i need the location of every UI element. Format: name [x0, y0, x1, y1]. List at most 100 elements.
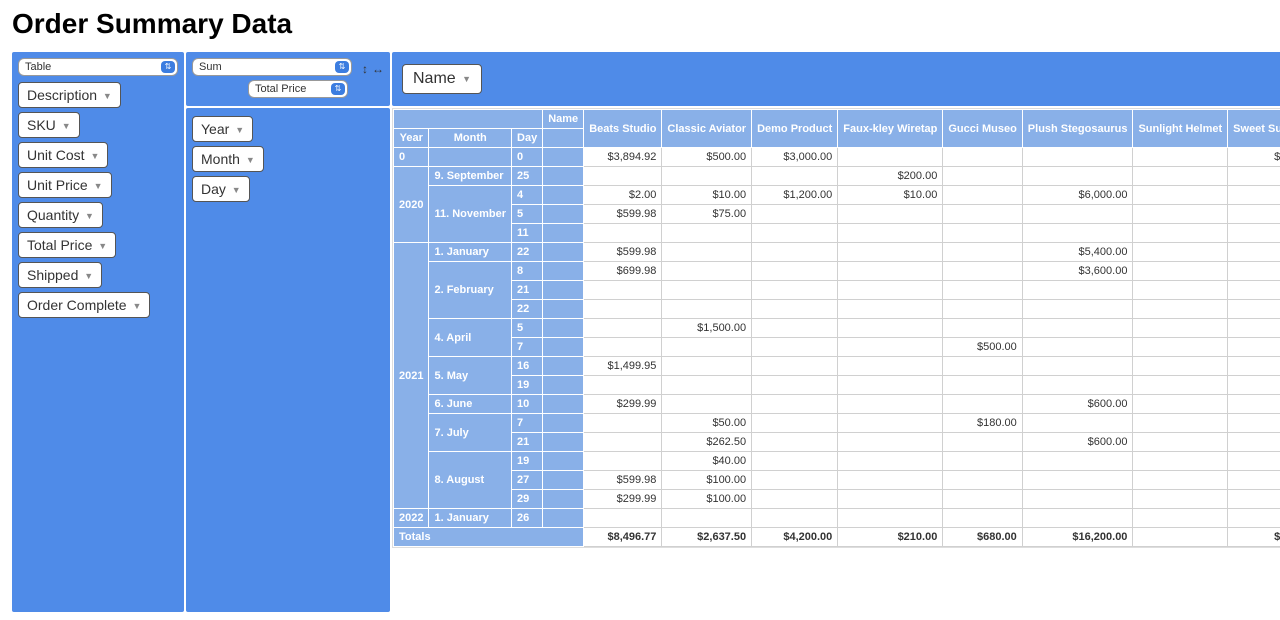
row-axis-label: Year	[394, 129, 429, 148]
pivot-cell	[943, 319, 1022, 338]
row-field-day[interactable]: Day ▼	[192, 176, 250, 202]
pivot-cell	[1022, 509, 1133, 528]
pivot-cell: $440.00	[1228, 224, 1280, 243]
pivot-cell: $699.98	[584, 262, 662, 281]
caret-down-icon: ▼	[94, 181, 103, 191]
row-header-day: 7	[512, 338, 543, 357]
aggregator-select[interactable]: Sum ⇅	[192, 58, 352, 76]
unused-field-unit-price[interactable]: Unit Price ▼	[18, 172, 112, 198]
row-header-month: 4. April	[429, 319, 512, 357]
pivot-cell: $4,180.00	[1228, 509, 1280, 528]
pivot-cell	[1022, 281, 1133, 300]
sort-rows-icon[interactable]: ↕	[362, 62, 368, 76]
pivot-cell	[584, 452, 662, 471]
row-axis-label: Day	[512, 129, 543, 148]
pivot-cell: $299.99	[584, 490, 662, 509]
row-header-day: 29	[512, 490, 543, 509]
unused-field-unit-cost[interactable]: Unit Cost ▼	[18, 142, 108, 168]
pivot-cell	[838, 376, 943, 395]
caret-down-icon: ▼	[232, 185, 241, 195]
pivot-cell: $500.00	[662, 148, 752, 167]
pivot-cell	[1133, 186, 1228, 205]
pivot-cell	[1133, 471, 1228, 490]
pivot-table: NameBeats StudioClassic AviatorDemo Prod…	[393, 109, 1280, 547]
caret-down-icon: ▼	[235, 125, 244, 135]
pivot-cell	[662, 167, 752, 186]
pivot-cell	[752, 490, 838, 509]
pivot-cell	[584, 376, 662, 395]
row-header-day: 27	[512, 471, 543, 490]
pivot-cell	[662, 262, 752, 281]
pivot-cell	[1133, 357, 1228, 376]
pivot-cell	[943, 490, 1022, 509]
pivot-cell: $100.00	[662, 471, 752, 490]
pivot-cell	[943, 376, 1022, 395]
pivot-cell	[1022, 452, 1133, 471]
pivot-cell	[943, 300, 1022, 319]
pivot-cell	[584, 319, 662, 338]
pivot-cell	[1228, 243, 1280, 262]
pivot-cell: $1,200.00	[752, 186, 838, 205]
pivot-cell	[662, 395, 752, 414]
pivot-cell	[1133, 224, 1228, 243]
sort-cols-icon[interactable]: ↔	[372, 62, 384, 76]
pivot-cell	[1022, 376, 1133, 395]
row-header-month: 9. September	[429, 167, 512, 186]
value-attribute-select[interactable]: Total Price ⇅	[248, 80, 348, 98]
caret-down-icon: ▼	[84, 271, 93, 281]
row-field-month[interactable]: Month ▼	[192, 146, 264, 172]
caret-down-icon: ▼	[85, 211, 94, 221]
row-header-day: 0	[512, 148, 543, 167]
unused-field-description[interactable]: Description ▼	[18, 82, 121, 108]
pivot-cell	[943, 357, 1022, 376]
pivot-cell	[1022, 471, 1133, 490]
col-header: Sweet Sunglasses	[1228, 110, 1280, 148]
row-field-year[interactable]: Year ▼	[192, 116, 253, 142]
pivot-cell	[1133, 452, 1228, 471]
pivot-cell	[1022, 300, 1133, 319]
unused-field-sku[interactable]: SKU ▼	[18, 112, 80, 138]
pivot-cell	[1228, 357, 1280, 376]
pivot-cell	[838, 471, 943, 490]
pivot-cell	[662, 376, 752, 395]
pivot-cell	[1228, 452, 1280, 471]
page-title: Order Summary Data	[12, 8, 1268, 40]
col-header: Demo Product	[752, 110, 838, 148]
pivot-cell: $40.00	[662, 452, 752, 471]
col-field-name[interactable]: Name ▼	[402, 64, 482, 94]
unused-field-order-complete[interactable]: Order Complete ▼	[18, 292, 150, 318]
pivot-cell	[838, 414, 943, 433]
pivot-cell	[1133, 376, 1228, 395]
pivot-cell: $262.50	[662, 433, 752, 452]
pivot-cell	[584, 300, 662, 319]
pivot-table-container: NameBeats StudioClassic AviatorDemo Prod…	[392, 108, 1280, 548]
col-header: Faux-kley Wiretap	[838, 110, 943, 148]
pivot-cell	[752, 224, 838, 243]
pivot-cell	[838, 509, 943, 528]
row-header-day: 21	[512, 281, 543, 300]
col-total: $210.00	[838, 528, 943, 547]
renderer-select[interactable]: Table ⇅	[18, 58, 178, 76]
pivot-cell	[584, 338, 662, 357]
pivot-cell	[943, 148, 1022, 167]
pivot-cell	[838, 395, 943, 414]
pivot-cell	[584, 414, 662, 433]
row-header-day: 19	[512, 376, 543, 395]
pivot-cell	[1133, 243, 1228, 262]
col-axis-label: Name	[543, 110, 584, 129]
pivot-cell: $599.98	[584, 243, 662, 262]
pivot-cell	[662, 300, 752, 319]
pivot-cell: $599.98	[584, 471, 662, 490]
pivot-cell: $180.00	[943, 414, 1022, 433]
unused-field-shipped[interactable]: Shipped ▼	[18, 262, 102, 288]
pivot-cell: $599.98	[584, 205, 662, 224]
col-header: Gucci Museo	[943, 110, 1022, 148]
row-header-day: 19	[512, 452, 543, 471]
pivot-cell	[943, 262, 1022, 281]
pivot-cell: $440.00	[1228, 281, 1280, 300]
pivot-cell	[1022, 319, 1133, 338]
unused-field-total-price[interactable]: Total Price ▼	[18, 232, 116, 258]
pivot-cell	[1228, 490, 1280, 509]
unused-field-quantity[interactable]: Quantity ▼	[18, 202, 103, 228]
pivot-cell	[662, 338, 752, 357]
